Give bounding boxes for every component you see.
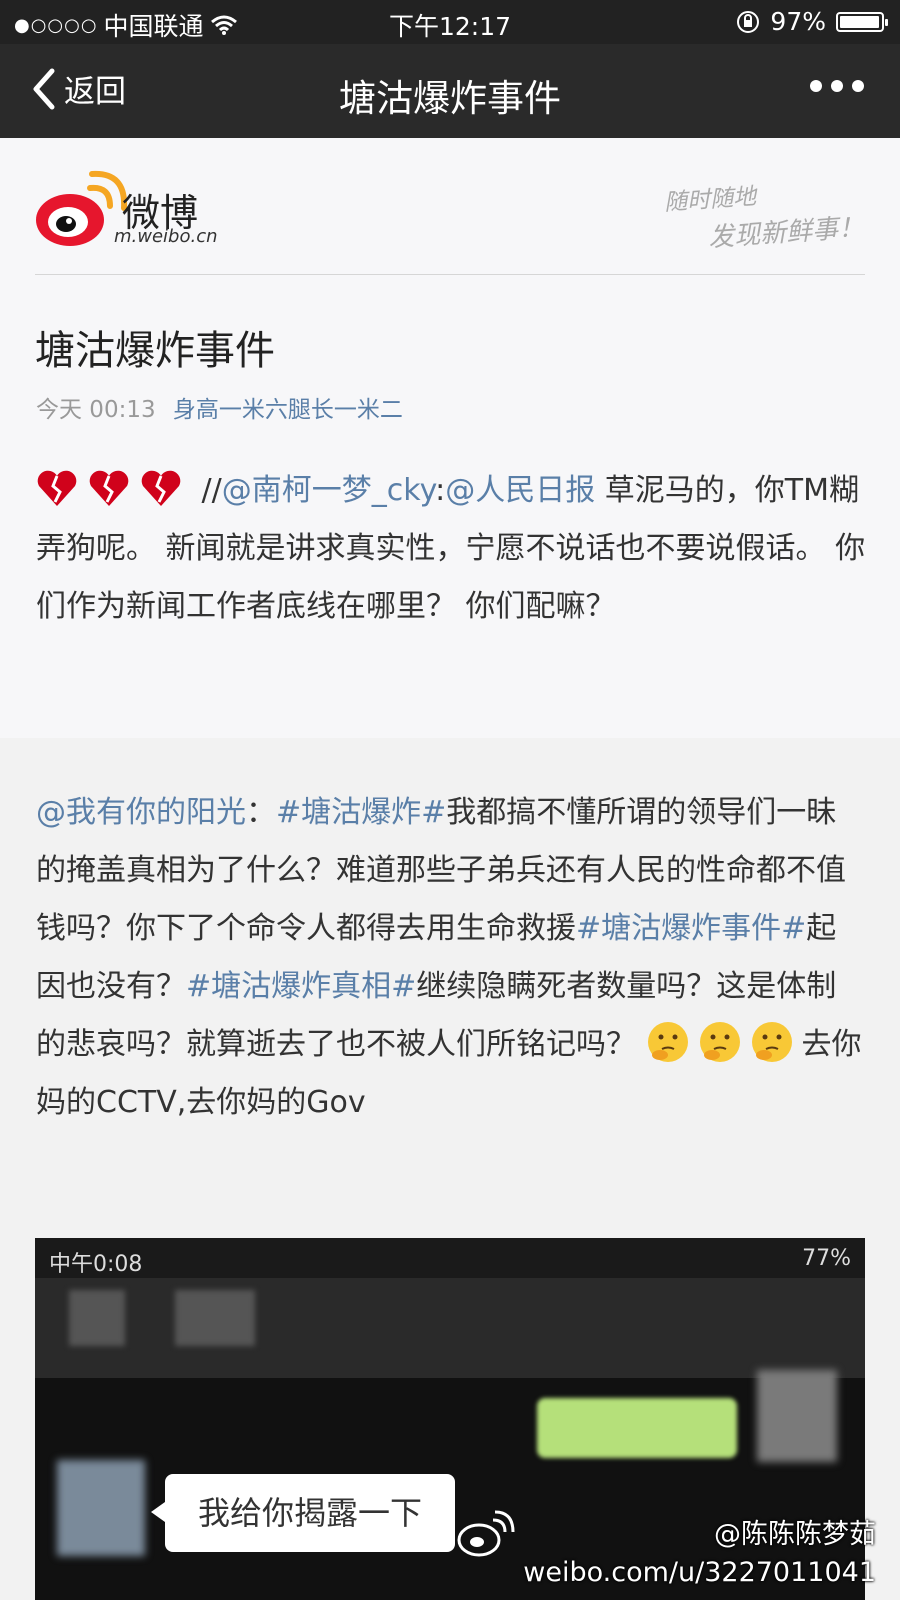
divider: [35, 274, 865, 275]
orientation-lock-icon: [737, 10, 760, 33]
mention-link[interactable]: @南柯一梦_cky: [222, 473, 435, 508]
avatar: [57, 1460, 145, 1556]
more-button[interactable]: [810, 80, 864, 92]
thinking-face-icon: [647, 1022, 688, 1062]
comment-colon: ：: [246, 795, 276, 830]
slogan-line-1: 随时随地: [663, 183, 758, 217]
thinking-face-icon: [751, 1022, 792, 1062]
article-title: 塘沽爆炸事件: [35, 328, 275, 374]
article-body: //@南柯一梦_cky:@人民日报 草泥马的，你TM糊弄狗呢。 新闻就是讲求真实…: [36, 462, 866, 636]
repost-separator: //: [192, 473, 222, 508]
embedded-battery: 77%: [802, 1246, 851, 1271]
battery-icon: [836, 11, 888, 32]
embedded-header: [35, 1278, 865, 1378]
author-link[interactable]: 身高一米六腿长一米二: [173, 397, 403, 423]
post-date: 今天 00:13: [36, 397, 156, 423]
mention-colon: :: [435, 473, 446, 508]
blurred-area: [69, 1290, 125, 1346]
avatar: [757, 1370, 837, 1462]
watermark: @陈陈陈梦茹 weibo.com/u/3227011041: [457, 1510, 876, 1592]
mention-link[interactable]: @人民日报: [445, 473, 595, 508]
weibo-watermark-icon: [457, 1510, 515, 1557]
outgoing-message-bubble: [537, 1398, 737, 1458]
hashtag-link[interactable]: #塘沽爆炸真相#: [186, 969, 416, 1004]
watermark-user: @陈陈陈梦茹: [714, 1519, 876, 1550]
mention-link[interactable]: @我有你的阳光: [36, 795, 246, 830]
nav-title: 塘沽爆炸事件: [339, 77, 561, 120]
thinking-face-icon: [699, 1022, 740, 1062]
article-meta: 今天 00:13 身高一米六腿长一米二: [36, 390, 403, 424]
weibo-domain: m.weibo.cn: [114, 226, 218, 247]
more-dot-icon: [810, 80, 822, 92]
hashtag-link[interactable]: #塘沽爆炸事件#: [576, 911, 806, 946]
embedded-status-bar: 中午0:08 77%: [35, 1238, 865, 1278]
broken-heart-icon: [89, 470, 129, 506]
battery-percent: 97%: [770, 7, 826, 36]
incoming-message-bubble: 我给你揭露一下: [151, 1474, 455, 1552]
watermark-url: weibo.com/u/3227011041: [523, 1557, 876, 1588]
status-bar: ●○○○○ 中国联通 下午12:17 97%: [0, 0, 900, 44]
hashtag-link[interactable]: #塘沽爆炸#: [276, 795, 446, 830]
blurred-area: [175, 1290, 255, 1346]
broken-heart-icon: [141, 470, 181, 506]
broken-heart-icon: [37, 470, 77, 506]
embedded-time: 中午0:08: [49, 1252, 143, 1277]
navigation-bar: 返回 塘沽爆炸事件: [0, 44, 900, 138]
more-dot-icon: [831, 80, 843, 92]
more-dot-icon: [852, 80, 864, 92]
quoted-post: @我有你的阳光：#塘沽爆炸#我都搞不懂所谓的领导们一昧的掩盖真相为了什么？难道那…: [36, 784, 866, 1132]
